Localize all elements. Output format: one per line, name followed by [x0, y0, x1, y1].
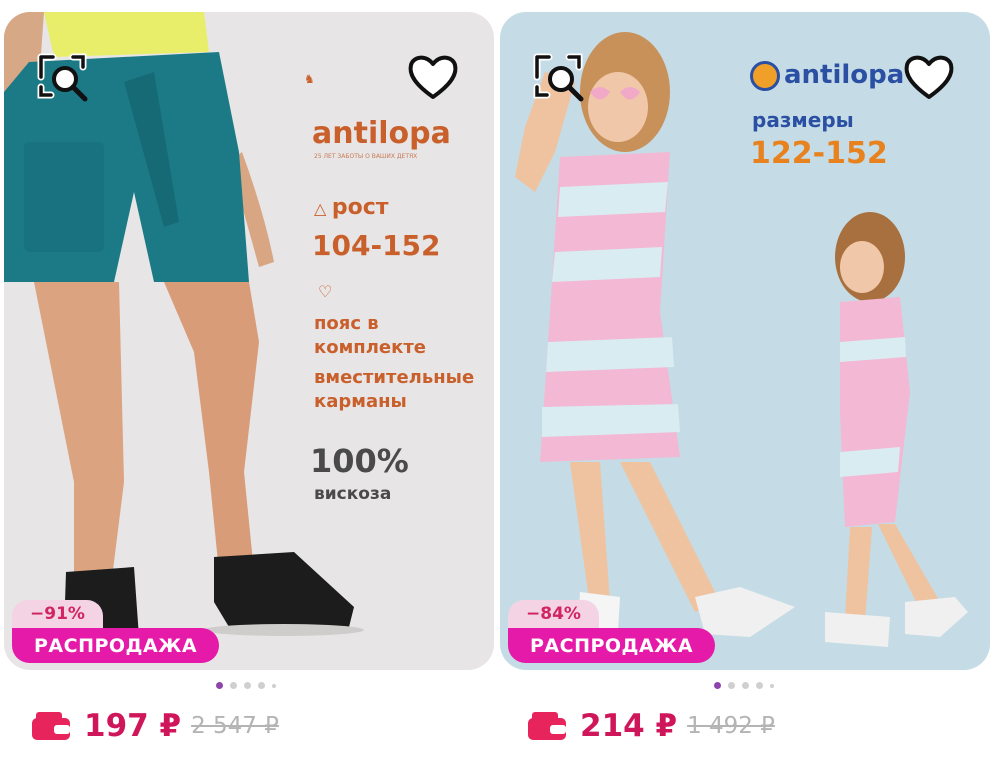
product-grid: ♞ antilopa 25 ЛЕТ ЗАБОТЫ О ВАШИХ ДЕТЯХ △… [0, 0, 995, 768]
badges: −84% РАСПРОДАЖА [508, 600, 716, 663]
old-price: 2 547 ₽ [191, 713, 279, 739]
old-price: 1 492 ₽ [687, 713, 775, 739]
heart-small-icon: ♡ [318, 282, 333, 301]
promo-brand: antilopa [750, 60, 904, 91]
promo-height-range: 104-152 [312, 229, 441, 262]
product-card[interactable]: ♞ antilopa 25 ЛЕТ ЗАБОТЫ О ВАШИХ ДЕТЯХ △… [4, 12, 494, 764]
favorite-button[interactable] [898, 46, 960, 108]
carousel-dots [216, 682, 276, 689]
heart-outline-icon [904, 55, 954, 99]
sale-badge: РАСПРОДАЖА [508, 628, 716, 663]
promo-feature-belt: пояс в комплекте [314, 313, 426, 358]
carousel-dot [756, 682, 763, 689]
carousel-dot [272, 683, 276, 688]
promo-height: △ рост [314, 195, 389, 220]
promo-brand: antilopa [312, 116, 451, 151]
carousel-dot [230, 682, 237, 689]
promo-sizes-range: 122-152 [750, 136, 888, 171]
carousel-dot [714, 682, 721, 689]
product-photo[interactable]: ♞ antilopa 25 ЛЕТ ЗАБОТЫ О ВАШИХ ДЕТЯХ △… [4, 12, 494, 670]
price-row: 197 ₽ 2 547 ₽ [30, 706, 279, 746]
favorite-button[interactable] [402, 46, 464, 108]
product-photo[interactable]: antilopa размеры 122-152 −84% РАСПРОДАЖА [500, 12, 990, 670]
image-search-button[interactable] [32, 46, 94, 108]
heart-outline-icon [408, 55, 458, 99]
carousel-dot [258, 682, 265, 689]
brand-mascot: ♞ [304, 72, 315, 86]
price-row: 214 ₽ 1 492 ₽ [526, 706, 775, 746]
promo-tagline: 25 ЛЕТ ЗАБОТЫ О ВАШИХ ДЕТЯХ [314, 153, 418, 160]
promo-fabric-percent: 100% [310, 442, 409, 480]
brand-mascot-icon [750, 60, 780, 91]
discount-badge: −91% [12, 600, 103, 628]
sale-badge: РАСПРОДАЖА [12, 628, 220, 663]
discount-badge: −84% [508, 600, 599, 628]
carousel-dot [770, 683, 774, 688]
image-search-icon [37, 53, 88, 102]
badges: −91% РАСПРОДАЖА [12, 600, 220, 663]
carousel-dot [728, 682, 735, 689]
carousel-dot [216, 682, 223, 689]
carousel-dot [742, 682, 749, 689]
image-search-icon [533, 53, 584, 102]
image-search-button[interactable] [528, 46, 590, 108]
height-icon: △ [314, 199, 332, 218]
wallet-icon [32, 712, 70, 740]
promo-feature-pockets: вместительные карманы [314, 367, 475, 412]
carousel-dot [244, 682, 251, 689]
current-price: 197 ₽ [84, 708, 182, 744]
current-price: 214 ₽ [580, 708, 678, 744]
carousel-dots [714, 682, 774, 689]
product-image-dress [515, 32, 968, 647]
wallet-icon [528, 712, 566, 740]
product-card[interactable]: antilopa размеры 122-152 −84% РАСПРОДАЖА [500, 12, 990, 764]
promo-fabric: вискоза [314, 484, 392, 504]
promo-sizes-label: размеры [752, 108, 854, 132]
